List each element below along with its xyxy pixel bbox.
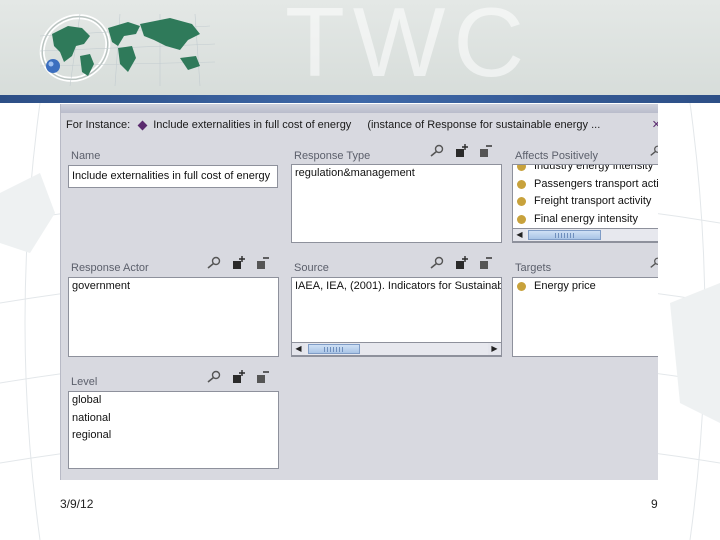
header-stripe bbox=[0, 95, 720, 103]
scroll-thumb[interactable] bbox=[528, 230, 601, 240]
instance-bullet-icon bbox=[517, 179, 526, 189]
magnifier-icon[interactable] bbox=[649, 256, 658, 270]
remove-instance-icon[interactable] bbox=[254, 370, 270, 384]
remove-instance-icon[interactable] bbox=[254, 256, 270, 270]
scroll-thumb[interactable] bbox=[308, 344, 360, 354]
list-item[interactable]: national bbox=[69, 410, 278, 428]
instance-bullet-icon bbox=[517, 197, 526, 207]
list-item[interactable]: Freight transport activity bbox=[513, 193, 658, 211]
list-item[interactable]: government bbox=[69, 278, 278, 296]
add-instance-icon[interactable] bbox=[453, 256, 469, 270]
response-type-toolbar bbox=[429, 144, 493, 158]
magnifier-icon[interactable] bbox=[206, 256, 222, 270]
instance-of-text: (instance of Response for sustainable en… bbox=[367, 119, 601, 131]
targets-label: Targets bbox=[515, 262, 552, 274]
list-item[interactable]: Final energy intensity bbox=[513, 211, 658, 229]
source-horizontal-scrollbar[interactable]: ◀ ▶ bbox=[291, 342, 502, 356]
list-item[interactable]: regional bbox=[69, 427, 278, 445]
remove-instance-icon[interactable] bbox=[477, 256, 493, 270]
magnifier-icon[interactable] bbox=[429, 256, 445, 270]
instance-bullet-icon bbox=[517, 165, 526, 172]
magnifier-icon[interactable] bbox=[429, 144, 445, 158]
slide-header: TWC bbox=[0, 0, 720, 95]
window-title-strip bbox=[61, 104, 658, 113]
for-instance-label: For Instance: bbox=[66, 119, 131, 131]
magnifier-icon[interactable] bbox=[206, 370, 222, 384]
response-actor-list[interactable]: government bbox=[68, 277, 279, 357]
watermark-text: TWC bbox=[285, 0, 533, 95]
scroll-left-icon[interactable]: ◀ bbox=[513, 229, 526, 241]
globe-logo-icon bbox=[39, 13, 216, 87]
close-icon[interactable]: ✕ bbox=[652, 118, 658, 131]
affects-positively-label: Affects Positively bbox=[515, 150, 598, 162]
scroll-right-icon[interactable]: ▶ bbox=[488, 343, 501, 355]
instance-editor-window: For Instance: Include externalities in f… bbox=[60, 104, 658, 480]
list-item[interactable]: Energy price bbox=[513, 278, 658, 296]
instance-bullet-icon bbox=[517, 214, 526, 224]
slide-page-number: 9 bbox=[651, 497, 658, 511]
instance-bar: For Instance: Include externalities in f… bbox=[61, 114, 658, 136]
list-item[interactable]: Passengers transport activity bbox=[513, 176, 658, 194]
level-list[interactable]: global national regional bbox=[68, 391, 279, 469]
list-item[interactable]: IAEA, IEA, (2001). Indicators for Sustai… bbox=[292, 278, 501, 296]
name-label: Name bbox=[71, 150, 101, 162]
instance-bullet-icon bbox=[517, 282, 526, 292]
source-toolbar bbox=[429, 256, 493, 270]
magnifier-icon[interactable] bbox=[649, 144, 658, 158]
instance-name: Include externalities in full cost of en… bbox=[153, 119, 352, 131]
remove-instance-icon[interactable] bbox=[477, 144, 493, 158]
response-type-label: Response Type bbox=[294, 150, 371, 162]
list-item[interactable]: Industry energy intensity bbox=[513, 165, 658, 176]
response-type-list[interactable]: regulation&management bbox=[291, 164, 502, 243]
affects-horizontal-scrollbar[interactable]: ◀ bbox=[512, 228, 658, 242]
source-label: Source bbox=[294, 262, 329, 274]
scroll-left-icon[interactable]: ◀ bbox=[292, 343, 305, 355]
add-instance-icon[interactable] bbox=[453, 144, 469, 158]
instance-diamond-icon bbox=[137, 120, 148, 130]
targets-list[interactable]: Energy price bbox=[512, 277, 658, 357]
list-item[interactable]: regulation&management bbox=[292, 165, 501, 183]
response-actor-toolbar bbox=[206, 256, 270, 270]
add-instance-icon[interactable] bbox=[230, 256, 246, 270]
add-instance-icon[interactable] bbox=[230, 370, 246, 384]
name-field[interactable]: Include externalities in full cost of en… bbox=[68, 165, 278, 188]
level-label: Level bbox=[71, 376, 98, 388]
list-item[interactable]: global bbox=[69, 392, 278, 410]
level-toolbar bbox=[206, 370, 270, 384]
slide-date: 3/9/12 bbox=[60, 497, 94, 511]
response-actor-label: Response Actor bbox=[71, 262, 149, 274]
